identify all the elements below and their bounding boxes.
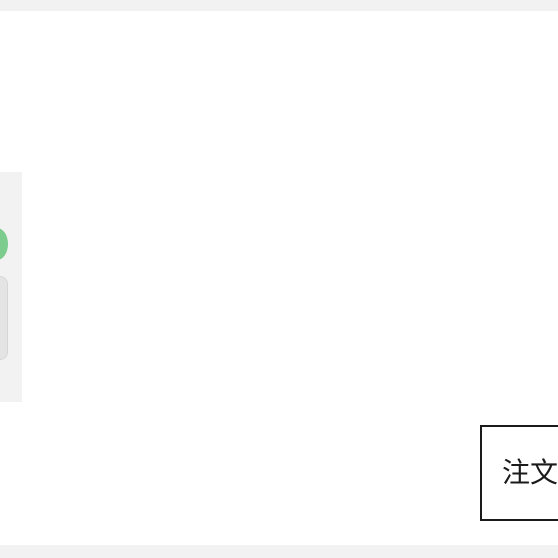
product-image-green-shape [0, 228, 8, 260]
order-button[interactable]: 注文 [480, 425, 558, 521]
bottom-divider-band [0, 545, 558, 558]
product-thumbnail[interactable] [0, 172, 22, 402]
product-image-panel [0, 276, 8, 360]
product-page: 注文 [0, 0, 558, 558]
top-divider-band [0, 0, 558, 11]
